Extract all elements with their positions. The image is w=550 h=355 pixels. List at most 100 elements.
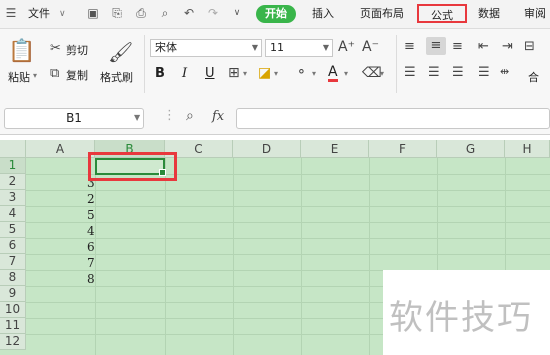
font-size-select[interactable]: 11 ▼ — [265, 39, 333, 57]
format-painter-icon[interactable]: 🖌 — [108, 39, 133, 65]
row-header[interactable]: 7 — [0, 254, 26, 270]
italic-button[interactable]: I — [182, 66, 187, 81]
cell-b5[interactable]: 4 — [87, 223, 95, 239]
name-box[interactable]: B1 — [4, 108, 144, 129]
ribbon-separator — [144, 35, 145, 93]
chevron-down-icon[interactable]: ▾ — [312, 69, 316, 78]
decrease-indent-icon[interactable]: ⇤ — [478, 39, 489, 54]
fill-color-icon[interactable]: ◪ — [258, 65, 271, 81]
align-middle-icon[interactable]: ≡ — [426, 37, 446, 55]
customize-dropdown-icon[interactable]: ∨ — [230, 6, 244, 20]
cell-b8[interactable]: 8 — [87, 271, 95, 287]
row-header[interactable]: 10 — [0, 302, 26, 318]
gridline — [165, 158, 166, 355]
format-painter-button[interactable]: 格式刷 — [100, 69, 133, 85]
distributed-icon[interactable]: ⇹ — [500, 65, 509, 78]
merge-icon[interactable]: ⊟ — [524, 39, 535, 54]
text-effect-icon[interactable]: ⚬ — [296, 65, 307, 80]
tab-review[interactable]: 审阅 — [524, 0, 546, 28]
border-icon[interactable]: ⊞ — [228, 65, 240, 81]
chevron-down-icon[interactable]: ▾ — [274, 69, 278, 78]
font-color-button[interactable]: A — [328, 65, 338, 82]
chevron-down-icon: ▼ — [322, 43, 329, 52]
align-right-icon[interactable]: ☰ — [452, 65, 464, 80]
chevron-down-icon[interactable]: ▾ — [380, 69, 384, 78]
font-size-value: 11 — [270, 41, 284, 54]
menu-icon[interactable]: ☰ — [4, 6, 18, 20]
watermark-text: 软件技巧 — [389, 298, 533, 338]
file-menu[interactable]: 文件 — [28, 0, 50, 28]
gridline — [95, 158, 96, 355]
font-name-select[interactable]: 宋体 ▼ — [150, 39, 262, 57]
insert-function-button[interactable]: fx — [212, 109, 224, 124]
align-bottom-icon[interactable]: ≡ — [452, 39, 463, 54]
cut-button[interactable]: 剪切 — [66, 42, 88, 58]
cell-b7[interactable]: 7 — [87, 255, 95, 271]
cell-b4[interactable]: 5 — [87, 207, 95, 223]
align-top-icon[interactable]: ≡ — [404, 39, 415, 54]
copy-icon[interactable]: ⧉ — [50, 66, 59, 81]
row-header[interactable]: 1 — [0, 158, 26, 174]
export-icon[interactable]: ⎘ — [110, 6, 124, 20]
grip-icon: ⋮ — [163, 108, 176, 123]
paste-dropdown-icon[interactable]: ▾ — [33, 71, 37, 80]
ribbon-separator — [396, 35, 397, 93]
tab-page-layout[interactable]: 页面布局 — [360, 0, 404, 28]
increase-indent-icon[interactable]: ⇥ — [502, 39, 513, 54]
column-header[interactable]: A — [26, 140, 95, 158]
copy-button[interactable]: 复制 — [66, 67, 88, 83]
chevron-down-icon[interactable]: ▾ — [344, 69, 348, 78]
gridline — [301, 158, 302, 355]
column-header[interactable]: D — [233, 140, 301, 158]
merge-button[interactable]: 合 — [528, 69, 539, 85]
chevron-down-icon[interactable]: ▼ — [134, 113, 140, 122]
increase-font-icon[interactable]: A⁺ — [338, 39, 355, 55]
chevron-down-icon[interactable]: ▾ — [243, 69, 247, 78]
row-header[interactable]: 12 — [0, 334, 26, 350]
ribbon: 📋 粘贴 ▾ ✂ 剪切 ⧉ 复制 🖌 格式刷 宋体 ▼ 11 ▼ A⁺ A⁻ B… — [0, 29, 550, 99]
underline-button[interactable]: U — [205, 66, 215, 81]
print-preview-icon[interactable]: ⌕ — [158, 6, 172, 20]
row-header[interactable]: 9 — [0, 286, 26, 302]
paste-button[interactable]: 粘贴 — [8, 69, 30, 85]
redo-icon[interactable]: ↷ — [206, 6, 220, 20]
tab-home[interactable]: 开始 — [256, 5, 296, 23]
eraser-icon[interactable]: ⌫ — [362, 65, 382, 81]
justify-icon[interactable]: ☰ — [478, 65, 490, 80]
highlight-box — [88, 152, 177, 181]
row-header[interactable]: 2 — [0, 174, 26, 190]
gridline — [26, 190, 550, 191]
align-left-icon[interactable]: ☰ — [404, 65, 416, 80]
tab-formulas[interactable]: 公式 — [417, 4, 467, 23]
undo-icon[interactable]: ↶ — [182, 6, 196, 20]
menu-bar: ☰ 文件 ∨ ▣ ⎘ ⎙ ⌕ ↶ ↷ ∨ 开始 插入 页面布局 公式 数据 审阅 — [0, 0, 550, 29]
decrease-font-icon[interactable]: A⁻ — [362, 39, 379, 55]
column-header[interactable]: F — [369, 140, 437, 158]
formula-input[interactable] — [236, 108, 550, 129]
file-dropdown-icon[interactable]: ∨ — [59, 0, 66, 28]
row-header[interactable]: 3 — [0, 190, 26, 206]
tab-data[interactable]: 数据 — [478, 0, 500, 28]
gridline — [26, 206, 550, 207]
zoom-search-icon[interactable]: ⌕ — [186, 108, 194, 124]
column-header[interactable]: H — [505, 140, 550, 158]
align-center-icon[interactable]: ☰ — [428, 65, 440, 80]
save-icon[interactable]: ▣ — [86, 6, 100, 20]
row-header[interactable]: 8 — [0, 270, 26, 286]
cell-b3[interactable]: 2 — [87, 191, 95, 207]
select-all-corner[interactable] — [0, 140, 26, 158]
bold-button[interactable]: B — [155, 66, 165, 81]
tab-insert[interactable]: 插入 — [312, 0, 334, 28]
column-header[interactable]: E — [301, 140, 369, 158]
column-header[interactable]: G — [437, 140, 505, 158]
paste-icon[interactable]: 📋 — [8, 39, 35, 65]
cell-b6[interactable]: 6 — [87, 239, 95, 255]
row-header[interactable]: 6 — [0, 238, 26, 254]
row-header[interactable]: 5 — [0, 222, 26, 238]
print-icon[interactable]: ⎙ — [134, 6, 148, 20]
cut-icon[interactable]: ✂ — [50, 41, 61, 56]
gridline — [26, 238, 550, 239]
font-name-value: 宋体 — [155, 41, 177, 54]
row-header[interactable]: 4 — [0, 206, 26, 222]
row-header[interactable]: 11 — [0, 318, 26, 334]
